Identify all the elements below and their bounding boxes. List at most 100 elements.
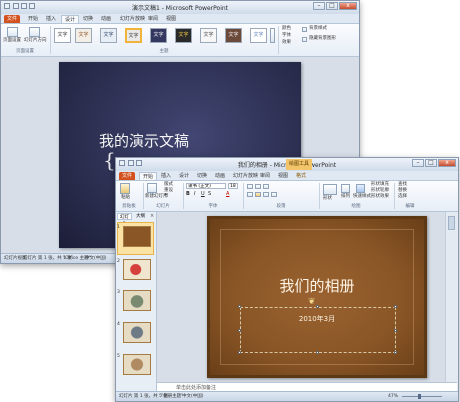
front-maximize-button[interactable]: □ — [425, 159, 437, 167]
back-tab-review[interactable]: 审阅 — [145, 15, 161, 23]
theme-3-text: 文字 — [103, 32, 114, 38]
font-size-select[interactable]: 18 — [228, 183, 238, 189]
front-tab-view[interactable]: 视图 — [275, 172, 291, 180]
theme-7-text: 文字 — [203, 32, 214, 38]
resize-handle[interactable] — [238, 351, 241, 354]
theme-5-text: 文字 — [153, 32, 164, 38]
front-status-theme: "相册主题" — [161, 394, 184, 399]
slide-orientation-icon[interactable] — [29, 27, 40, 37]
resize-handle[interactable] — [238, 329, 241, 332]
back-tab-home[interactable]: 开始 — [25, 15, 41, 23]
align-right-icon[interactable] — [263, 192, 269, 197]
back-close-button[interactable]: x — [339, 2, 357, 10]
zoom-slider[interactable] — [402, 396, 442, 397]
front-tab-insert[interactable]: 插入 — [158, 172, 174, 180]
theme-3[interactable]: 文字 — [100, 28, 117, 43]
resize-handle[interactable] — [238, 305, 241, 308]
justify-icon[interactable] — [271, 192, 277, 197]
theme-5[interactable]: 文字 — [150, 28, 167, 43]
front-close-button[interactable]: x — [438, 159, 456, 167]
clipboard-group-label: 剪贴板 — [122, 204, 136, 209]
bold-button[interactable]: B — [186, 191, 190, 197]
editing-group-label: 编辑 — [405, 204, 415, 209]
slides-pane-tab-outline[interactable]: 大纲 — [133, 213, 148, 220]
slide-thumbnail-4[interactable] — [123, 322, 151, 343]
front-powerpoint-window: 我们的相册 - Microsoft PowerPoint 绘图工具 – □ x … — [115, 157, 459, 402]
zoom-slider-thumb[interactable] — [418, 394, 421, 399]
underline-button[interactable]: U — [201, 191, 205, 197]
slide-thumbnail-5[interactable] — [123, 354, 151, 375]
back-minimize-button[interactable]: – — [313, 2, 325, 10]
front-slide[interactable]: 我们的相册 ❦ 2010年3月 — [207, 216, 427, 378]
bullets-icon[interactable] — [247, 184, 253, 189]
front-minimize-button[interactable]: – — [412, 159, 424, 167]
theme-office[interactable]: 文字 — [54, 28, 71, 43]
select-button[interactable]: 选择 — [398, 194, 407, 200]
back-tab-animations[interactable]: 动画 — [98, 15, 114, 23]
back-tab-design[interactable]: 设计 — [61, 15, 80, 23]
back-tab-file[interactable]: 文件 — [4, 15, 21, 23]
slides-group-label: 幻灯片 — [156, 204, 170, 209]
resize-handle[interactable] — [394, 329, 397, 332]
front-slide-title[interactable]: 我们的相册 — [210, 275, 424, 296]
front-slide-date[interactable]: 2010年3月 — [210, 314, 424, 324]
front-tab-transitions[interactable]: 切换 — [194, 172, 210, 180]
shapes-gallery-icon[interactable] — [323, 184, 337, 195]
zoom-level[interactable]: 47% — [388, 393, 398, 400]
resize-handle[interactable] — [316, 351, 319, 354]
back-window-title: 演示文稿1 - Microsoft PowerPoint — [131, 5, 229, 12]
resize-handle[interactable] — [316, 305, 319, 308]
colors-button[interactable]: 颜色 — [282, 26, 291, 32]
front-tab-review[interactable]: 审阅 — [257, 172, 273, 180]
theme-4-text: 文字 — [128, 33, 139, 39]
slide-number-5: 5 — [117, 354, 120, 359]
fonts-button[interactable]: 字体 — [282, 33, 291, 39]
front-tab-file[interactable]: 文件 — [119, 172, 136, 180]
font-name-select[interactable]: 隶书 (正文) — [186, 183, 226, 189]
font-color-button[interactable]: A — [226, 191, 229, 197]
theme-4-selected[interactable]: 文字 — [125, 28, 142, 43]
ribbon-separator — [278, 26, 279, 54]
theme-7[interactable]: 文字 — [200, 28, 217, 43]
align-center-icon[interactable] — [255, 192, 261, 197]
shape-effects-button[interactable]: 形状效果 — [371, 194, 389, 200]
numbering-icon[interactable] — [255, 184, 261, 189]
front-tab-design[interactable]: 设计 — [176, 172, 192, 180]
theme-9[interactable]: 文字 — [250, 28, 267, 43]
shadow-button[interactable]: S — [208, 191, 211, 197]
paste-icon[interactable] — [120, 183, 130, 194]
align-left-icon[interactable] — [247, 192, 253, 197]
resize-handle[interactable] — [394, 351, 397, 354]
page-setup-icon[interactable] — [7, 27, 18, 37]
theme-2[interactable]: 文字 — [75, 28, 92, 43]
italic-button[interactable]: I — [194, 191, 195, 197]
theme-6[interactable]: 文字 — [175, 28, 192, 43]
slide-thumbnail-3[interactable] — [123, 290, 151, 311]
scrollbar-thumb[interactable] — [448, 216, 455, 230]
theme-8[interactable]: 文字 — [225, 28, 242, 43]
arrange-icon[interactable] — [341, 184, 350, 193]
effects-button[interactable]: 效果 — [282, 40, 291, 46]
new-slide-icon[interactable] — [147, 183, 157, 193]
back-tab-slideshow[interactable]: 幻灯片放映 — [117, 15, 148, 23]
slides-pane-tab-slides[interactable]: 幻灯片 — [117, 213, 132, 227]
drawing-tools-tab[interactable]: 绘图工具 — [286, 159, 313, 170]
quick-styles-icon[interactable] — [356, 184, 365, 193]
slides-pane-close-icon[interactable]: × — [150, 213, 154, 219]
vertical-scrollbar[interactable] — [445, 212, 458, 382]
section-button[interactable]: 节 — [164, 194, 169, 200]
resize-handle[interactable] — [394, 305, 397, 308]
indent-icon[interactable] — [263, 184, 269, 189]
themes-scroll-icon[interactable] — [270, 28, 275, 43]
front-tab-animations[interactable]: 动画 — [212, 172, 228, 180]
hide-background-checkbox[interactable] — [302, 37, 307, 42]
back-maximize-button[interactable]: □ — [326, 2, 338, 10]
back-tab-insert[interactable]: 插入 — [43, 15, 59, 23]
front-tab-format[interactable]: 格式 — [293, 172, 309, 180]
back-tab-transitions[interactable]: 切换 — [80, 15, 96, 23]
background-styles-button[interactable]: 背景样式 — [309, 26, 327, 32]
back-tab-view[interactable]: 视图 — [163, 15, 179, 23]
front-tab-home[interactable]: 开始 — [139, 172, 158, 180]
slide-thumbnail-2[interactable] — [123, 259, 151, 280]
slide-thumbnail-1[interactable] — [123, 226, 151, 247]
